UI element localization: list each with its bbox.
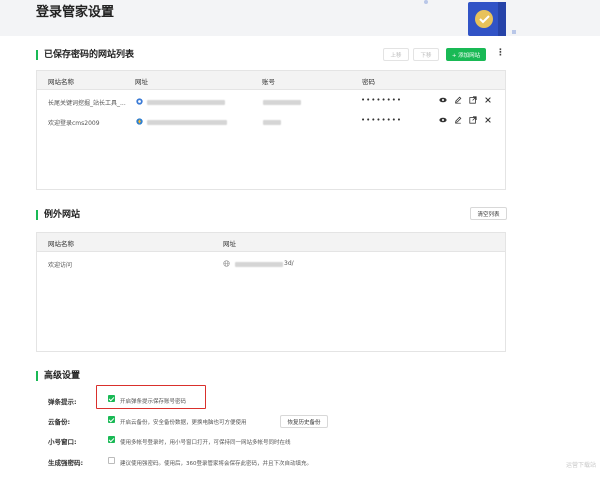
col-url: 网址 [135,78,148,86]
sub-window-label: 小号窗口: [48,438,77,446]
site-name: 长尾关键词挖掘_站长工具_... [48,100,126,107]
strong-password-label: 生成强密码: [48,459,84,467]
url-redacted [235,262,283,267]
popup-hint-label: 弹条提示: [48,398,77,406]
site-favicon-icon [136,118,143,125]
strong-password-checkbox[interactable] [108,457,115,464]
password-mask: •••••••• [361,116,403,124]
table-header: 网站名称 网址 账号 密码 [37,71,505,90]
highlight-box [96,385,206,409]
exception-sites-title: 例外网站 [36,210,80,220]
table-header: 网站名称 网址 [37,233,505,252]
more-options-icon[interactable]: ⋮ [496,48,505,58]
sub-window-checkbox[interactable] [108,436,115,443]
saved-sites-title: 已保存密码的网站列表 [36,50,134,60]
url-redacted [147,120,227,125]
eye-icon[interactable] [439,96,447,106]
cloud-backup-text: 开启云备份，安全备份数据，更换电脑也可方便使用 [120,420,247,426]
add-site-button[interactable]: + 添加网站 [446,48,486,61]
url-redacted [147,100,225,105]
col-password: 密码 [362,78,375,86]
move-down-button[interactable]: 下移 [413,48,439,61]
site-name: 欢迎访问 [48,262,73,269]
lock-illustration-icon [468,2,516,36]
strong-password-text: 建议使用强密码。使用后，360登录管家将会保存此密码，并且下次自动填充。 [120,461,313,467]
table-row[interactable]: 欢迎登录cms2009 •••••••• [37,113,505,131]
password-mask: •••••••• [361,96,403,104]
open-link-icon[interactable] [469,96,477,106]
site-favicon-icon [136,98,143,105]
watermark: 运营下载站 [565,462,596,469]
page-title: 登录管家设置 [36,5,115,20]
table-row[interactable]: 长尾关键词挖掘_站长工具_... •••••••• [37,93,505,111]
cloud-backup-label: 云备份: [48,418,71,426]
col-url: 网址 [223,240,236,248]
col-site-name: 网站名称 [48,78,74,86]
account-redacted [263,120,281,125]
clear-list-button[interactable]: 清空列表 [470,207,507,220]
table-row[interactable]: 欢迎访问 3d/ [37,255,505,273]
eye-icon[interactable] [439,116,447,126]
restore-backup-button[interactable]: 恢复历史备份 [280,415,328,428]
url-tail: 3d/ [284,260,294,267]
decor-dot [424,0,428,4]
globe-icon [223,260,230,267]
col-account: 账号 [262,78,275,86]
sub-window-text: 使用多帐号登录时，用小号窗口打开，可保持同一网站多帐号同时在线 [120,440,291,446]
open-link-icon[interactable] [469,116,477,126]
advanced-settings-title: 高级设置 [36,371,80,381]
col-site-name: 网站名称 [48,240,74,248]
cloud-backup-checkbox[interactable] [108,416,115,423]
account-redacted [263,100,301,105]
exception-sites-table: 网站名称 网址 欢迎访问 3d/ [36,232,506,352]
close-icon[interactable] [484,116,492,126]
close-icon[interactable] [484,96,492,106]
site-name: 欢迎登录cms2009 [48,120,100,127]
edit-icon[interactable] [454,116,462,126]
move-up-button[interactable]: 上移 [383,48,409,61]
saved-sites-table: 网站名称 网址 账号 密码 长尾关键词挖掘_站长工具_... •••••••• … [36,70,506,190]
edit-icon[interactable] [454,96,462,106]
